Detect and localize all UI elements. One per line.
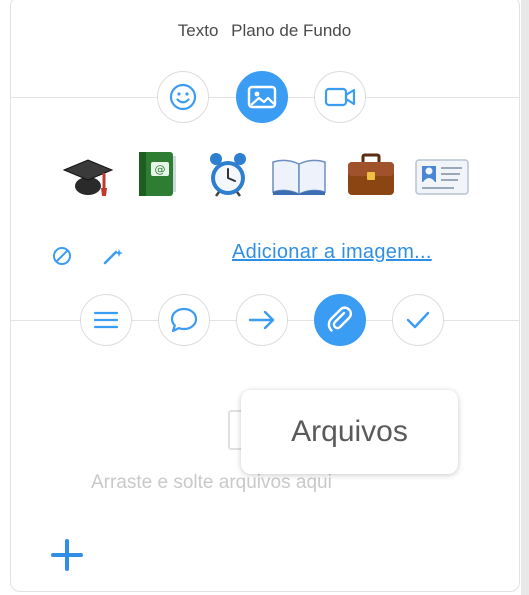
add-image-link[interactable]: Adicionar a imagem... bbox=[232, 241, 432, 264]
smiley-icon bbox=[169, 83, 197, 111]
video-button[interactable] bbox=[314, 71, 366, 123]
svg-text:@: @ bbox=[155, 163, 166, 176]
arrow-right-icon bbox=[248, 310, 275, 330]
graduation-cap-icon[interactable] bbox=[62, 154, 114, 200]
video-icon bbox=[324, 87, 356, 107]
image-button[interactable] bbox=[236, 71, 288, 123]
alarm-clock-icon[interactable] bbox=[206, 150, 250, 200]
arrow-type-button[interactable] bbox=[236, 294, 288, 346]
attachment-type-button[interactable] bbox=[314, 294, 366, 346]
image-action-row: Adicionar a imagem... bbox=[0, 240, 529, 270]
tab-bar: Texto Plano de Fundo bbox=[0, 21, 529, 41]
address-book-icon[interactable]: @ bbox=[135, 150, 179, 198]
checkmark-icon bbox=[406, 311, 430, 329]
paperclip-icon bbox=[327, 306, 353, 332]
text-lines-icon bbox=[93, 311, 119, 329]
open-book-icon[interactable] bbox=[272, 159, 326, 196]
tab-text[interactable]: Texto bbox=[178, 21, 219, 40]
image-icon bbox=[247, 85, 277, 109]
drop-zone-placeholder: Arraste e solte arquivos aqui bbox=[91, 472, 332, 493]
checklist-type-button[interactable] bbox=[392, 294, 444, 346]
briefcase-icon[interactable] bbox=[345, 152, 397, 198]
business-card-icon[interactable] bbox=[414, 158, 470, 196]
tooltip: Arquivos bbox=[241, 390, 458, 474]
no-image-icon[interactable] bbox=[52, 246, 72, 266]
smiley-button[interactable] bbox=[157, 71, 209, 123]
background-image-row: @ bbox=[0, 150, 529, 202]
add-plus-icon[interactable] bbox=[50, 538, 84, 572]
comment-type-button[interactable] bbox=[158, 294, 210, 346]
tab-background[interactable]: Plano de Fundo bbox=[231, 21, 351, 40]
speech-bubble-icon bbox=[170, 307, 198, 333]
text-type-button[interactable] bbox=[80, 294, 132, 346]
magic-wand-icon[interactable] bbox=[102, 246, 126, 266]
tooltip-label: Arquivos bbox=[291, 415, 408, 448]
